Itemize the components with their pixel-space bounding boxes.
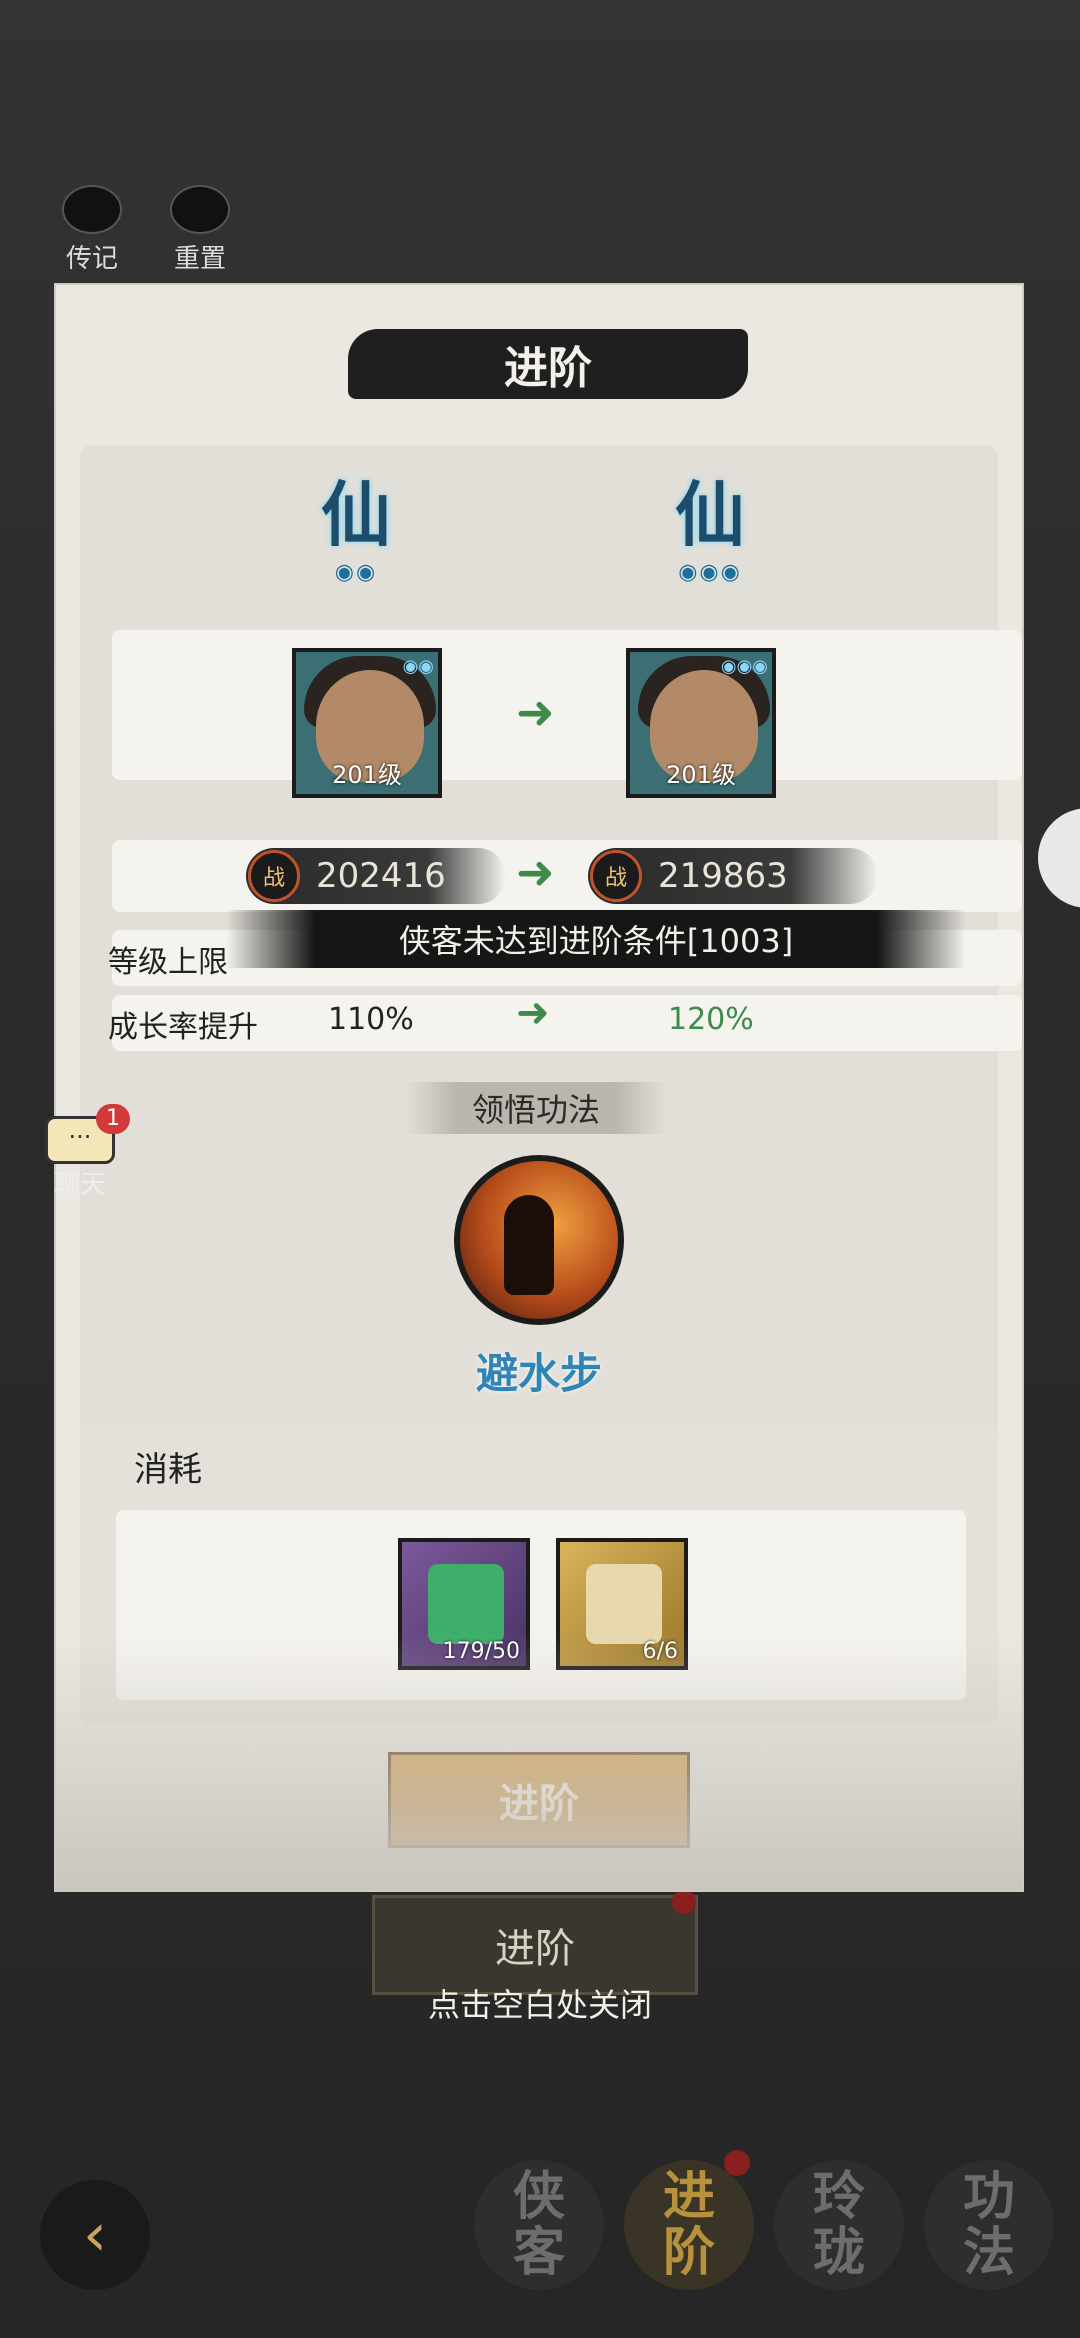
battle-power-icon: 战 [248,850,300,902]
tab-linglong[interactable]: 玲珑 [774,2160,904,2290]
stat-new: 120% [668,1002,754,1037]
tab-advance[interactable]: 进阶 [624,2160,754,2290]
skill-name: 避水步 [475,1349,602,1398]
power-before: 战 202416 [246,848,506,904]
chat-label: 聊天 [53,1170,106,1200]
error-toast: 侠客未达到进阶条件[1003] [226,910,966,968]
biography-button[interactable]: 传记 [52,185,132,275]
reset-label: 重置 [173,244,226,274]
xian-rank-icon: 仙 [321,473,391,556]
biography-label: 传记 [65,244,118,274]
advance-button[interactable]: 进阶 [388,1752,690,1848]
tab-skills[interactable]: 功法 [924,2160,1054,2290]
rank-pips-after: ◉◉◉ [678,560,742,585]
rank-pips-before: ◉◉ [334,560,378,585]
material-item-jade[interactable]: 179/50 [398,1538,530,1670]
consume-title: 消耗 [134,1450,202,1490]
item-count: 6/6 [642,1639,678,1664]
arrow-right-icon: ➜ [516,990,550,1036]
helmet-icon [170,185,230,234]
notification-dot [724,2150,750,2176]
arrow-right-icon: ➜ [516,845,555,899]
hero-portrait-before[interactable]: ◉◉ 201级 [292,648,442,798]
item-count: 179/50 [442,1639,520,1664]
star-icons: ◉◉ [402,656,434,677]
chat-button[interactable]: ··· 1 聊天 [40,1104,130,1200]
skill-icon[interactable] [454,1155,624,1325]
portrait-row [112,630,1022,780]
advance-dialog: 进阶 仙 ◉◉ 仙 ◉◉◉ ◉◉ 201级 ➜ ◉◉◉ 201级 战 20241… [56,285,1022,1890]
xian-rank-icon: 仙 [675,473,745,556]
chat-badge: 1 [96,1104,130,1134]
tab-hero[interactable]: 侠客 [474,2160,604,2290]
star-icons: ◉◉◉ [720,656,768,677]
close-hint: 点击空白处关闭 [427,1986,652,2024]
jade-token-icon [428,1564,504,1644]
skill-section-title: 领悟功法 [406,1082,666,1134]
stat-label: 成长率提升 [108,1010,258,1045]
consume-items-area [116,1510,966,1700]
dialog-title: 进阶 [348,329,748,399]
power-after: 战 219863 [588,848,878,904]
hero-level-before: 201级 [332,761,402,789]
stat-old: 110% [328,1002,414,1037]
stat-label: 等级上限 [108,945,228,980]
reset-button[interactable]: 重置 [160,185,240,275]
battle-power-icon: 战 [590,850,642,902]
arrow-right-icon: ➜ [516,685,555,739]
scroll-icon [586,1564,662,1644]
hero-level-after: 201级 [666,761,736,789]
rank-after: 仙 ◉◉◉ [660,470,760,600]
rank-before: 仙 ◉◉ [306,470,406,600]
book-icon [62,185,122,234]
notification-dot [672,1890,696,1914]
hero-portrait-after[interactable]: ◉◉◉ 201级 [626,648,776,798]
back-button[interactable]: ‹ [40,2180,150,2290]
material-item-scroll[interactable]: 6/6 [556,1538,688,1670]
